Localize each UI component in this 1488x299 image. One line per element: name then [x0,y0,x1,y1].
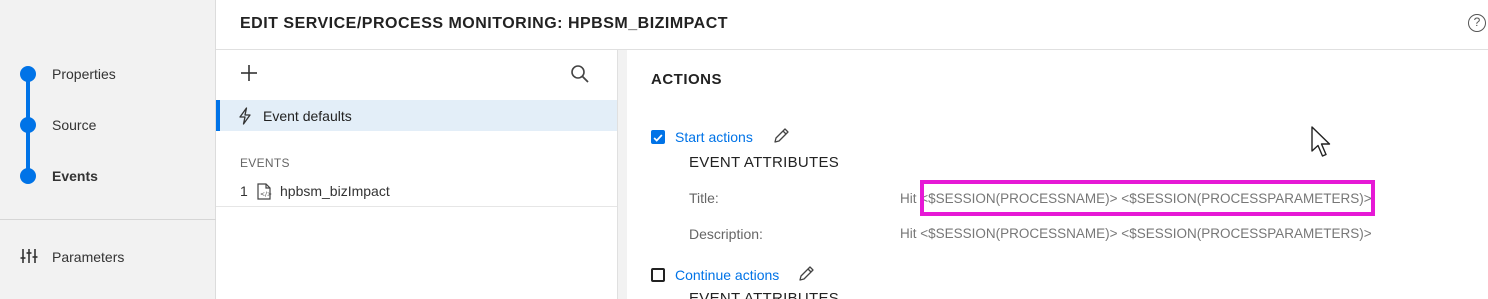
wizard-step-label: Properties [52,66,116,82]
step-dot-icon [20,66,36,82]
event-defaults-label: Event defaults [263,108,352,124]
mouse-pointer-icon [1311,126,1331,157]
event-list-item[interactable]: 1 </> hpbsm_bizImpact [216,178,617,207]
nav-item-parameters[interactable]: Parameters [0,242,216,270]
event-defaults-item[interactable]: Event defaults [216,100,617,131]
script-file-icon: </> [257,183,272,200]
event-name: hpbsm_bizImpact [280,183,390,199]
nav-divider [0,219,216,220]
step-dot-icon [20,168,36,184]
app-window: Properties Source Events Parameters EDIT… [0,0,1488,299]
event-attributes-heading: EVENT ATTRIBUTES [689,290,840,299]
sliders-icon [20,249,38,263]
highlight-box [920,180,1375,216]
search-icon[interactable] [570,64,590,84]
wizard-nav: Properties Source Events Parameters [0,0,216,299]
event-list-pane: Event defaults EVENTS 1 </> hpbsm_bizImp… [216,50,618,299]
events-section-header: EVENTS [240,156,290,170]
description-label: Description: [689,226,763,242]
event-number: 1 [240,183,248,199]
continue-actions-checkbox[interactable] [651,268,665,282]
svg-text:</>: </> [260,191,272,198]
event-attributes-heading: EVENT ATTRIBUTES [689,154,840,171]
page-title: EDIT SERVICE/PROCESS MONITORING: HPBSM_B… [240,15,729,32]
continue-actions-link[interactable]: Continue actions [675,267,779,283]
start-actions-checkbox[interactable] [651,130,665,144]
checkmark-icon [653,134,663,142]
plus-icon[interactable] [240,64,258,82]
nav-item-label: Parameters [52,249,125,265]
lightning-icon [239,107,251,125]
pencil-icon[interactable] [797,265,815,283]
title-label: Title: [689,190,719,206]
wizard-step-source[interactable]: Source [0,111,216,139]
wizard-step-label: Source [52,117,97,133]
actions-title: ACTIONS [651,71,722,88]
pane-splitter[interactable] [618,50,627,299]
pencil-icon[interactable] [772,127,790,145]
help-circle-icon[interactable]: ? [1468,14,1486,32]
wizard-step-label: Events [52,168,98,184]
step-dot-icon [20,117,36,133]
wizard-step-events[interactable]: Events [0,162,216,190]
wizard-step-properties[interactable]: Properties [0,60,216,88]
start-actions-link[interactable]: Start actions [675,129,753,145]
page-header: EDIT SERVICE/PROCESS MONITORING: HPBSM_B… [216,0,1488,50]
description-value: Hit <$SESSION(PROCESSNAME)> <$SESSION(PR… [900,226,1372,241]
